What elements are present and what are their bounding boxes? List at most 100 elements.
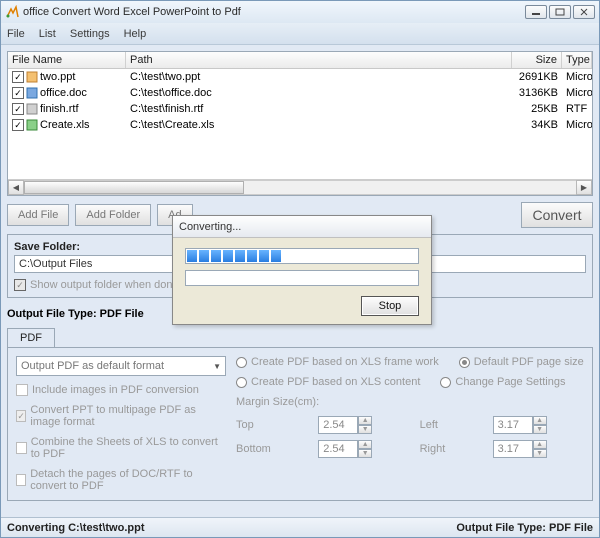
margin-size-label: Margin Size(cm):	[236, 396, 584, 408]
combine-xls-label: Combine the Sheets of XLS to convert to …	[31, 436, 226, 460]
include-images-checkbox[interactable]	[16, 384, 28, 396]
progress-chunk	[247, 250, 257, 262]
detach-doc-checkbox[interactable]	[16, 474, 26, 486]
col-size[interactable]: Size	[512, 52, 562, 68]
row-type: Micro	[562, 119, 592, 131]
list-row[interactable]: ✓office.doc C:\test\office.doc 3136KB Mi…	[8, 85, 592, 101]
maximize-button[interactable]	[549, 5, 571, 19]
include-images-label: Include images in PDF conversion	[32, 384, 199, 396]
file-icon	[26, 119, 38, 131]
row-size: 2691KB	[512, 71, 562, 83]
menu-settings[interactable]: Settings	[70, 28, 110, 40]
row-size: 25KB	[512, 103, 562, 115]
dialog-body	[173, 238, 431, 296]
dialog-title: Converting...	[173, 216, 431, 238]
select-value: Output PDF as default format	[21, 360, 164, 372]
tab-pdf[interactable]: PDF	[7, 328, 55, 347]
row-filename: Create.xls	[40, 119, 90, 131]
list-body: ✓two.ppt C:\test\two.ppt 2691KB Micro ✓ o…	[8, 69, 592, 179]
horizontal-scrollbar[interactable]: ◀ ▶	[8, 179, 592, 195]
margin-top-spinner[interactable]: 2.54▲▼	[318, 416, 409, 434]
stop-button[interactable]: Stop	[361, 296, 419, 316]
app-icon	[5, 5, 19, 19]
margin-top-label: Top	[236, 419, 308, 431]
scroll-track[interactable]	[24, 180, 576, 195]
add-folder-button[interactable]: Add Folder	[75, 204, 151, 226]
show-output-label: Show output folder when done	[30, 279, 179, 291]
col-path[interactable]: Path	[126, 52, 512, 68]
row-type: RTF	[562, 103, 592, 115]
menu-file[interactable]: File	[7, 28, 25, 40]
row-path: C:\test\finish.rtf	[126, 103, 512, 115]
status-right: Output File Type: PDF File	[456, 522, 593, 534]
output-format-select[interactable]: Output PDF as default format ▼	[16, 356, 226, 376]
margins-grid: Top 2.54▲▼ Left 3.17▲▼ Bottom 2.54▲▼ Rig…	[236, 416, 584, 458]
window-title: office Convert Word Excel PowerPoint to …	[23, 6, 523, 18]
progress-chunk	[199, 250, 209, 262]
show-output-checkbox[interactable]: ✓	[14, 279, 26, 291]
row-checkbox[interactable]: ✓	[12, 103, 24, 115]
list-header: File Name Path Size Type	[8, 52, 592, 69]
pdf-tab-panel: Output PDF as default format ▼ Include i…	[7, 347, 593, 501]
convert-button[interactable]: Convert	[521, 202, 593, 228]
file-icon	[26, 103, 38, 115]
row-type: Micro	[562, 71, 592, 83]
default-size-label: Default PDF page size	[474, 356, 584, 368]
row-checkbox[interactable]: ✓	[12, 71, 24, 83]
list-row[interactable]: ✓two.ppt C:\test\two.ppt 2691KB Micro	[8, 69, 592, 85]
col-filename[interactable]: File Name	[8, 52, 126, 68]
row-path: C:\test\two.ppt	[126, 71, 512, 83]
file-icon	[26, 71, 38, 83]
progress-chunk	[187, 250, 197, 262]
col-type[interactable]: Type	[562, 52, 592, 68]
tabs-container: PDF Output PDF as default format ▼ Inclu…	[7, 328, 593, 501]
margin-right-label: Right	[420, 443, 483, 455]
scroll-thumb[interactable]	[24, 181, 244, 194]
dialog-footer: Stop	[173, 296, 431, 324]
row-path: C:\test\Create.xls	[126, 119, 512, 131]
xls-frame-radio[interactable]	[236, 357, 247, 368]
status-left: Converting C:\test\two.ppt	[7, 522, 456, 534]
menu-bar: File List Settings Help	[1, 23, 599, 45]
minimize-button[interactable]	[525, 5, 547, 19]
row-filename: office.doc	[40, 87, 87, 99]
xls-frame-label: Create PDF based on XLS frame work	[251, 356, 439, 368]
progress-chunk	[223, 250, 233, 262]
change-settings-radio[interactable]	[440, 377, 451, 388]
close-button[interactable]	[573, 5, 595, 19]
scroll-left-arrow[interactable]: ◀	[8, 180, 24, 195]
row-checkbox[interactable]: ✓	[12, 87, 24, 99]
row-filename: finish.rtf	[40, 103, 79, 115]
convert-ppt-checkbox[interactable]: ✓	[16, 410, 26, 422]
row-checkbox[interactable]: ✓	[12, 119, 24, 131]
xls-content-radio[interactable]	[236, 377, 247, 388]
combine-xls-checkbox[interactable]	[16, 442, 27, 454]
converting-dialog: Converting... Stop	[172, 215, 432, 325]
row-path: C:\test\office.doc	[126, 87, 512, 99]
pdf-left-column: Output PDF as default format ▼ Include i…	[16, 356, 226, 492]
status-bar: Converting C:\test\two.ppt Output File T…	[1, 517, 599, 537]
progress-chunk	[271, 250, 281, 262]
title-bar: office Convert Word Excel PowerPoint to …	[1, 1, 599, 23]
progress-bar-2	[185, 270, 419, 286]
progress-chunk	[259, 250, 269, 262]
scroll-right-arrow[interactable]: ▶	[576, 180, 592, 195]
xls-content-label: Create PDF based on XLS content	[251, 376, 420, 388]
row-size: 34KB	[512, 119, 562, 131]
change-settings-label: Change Page Settings	[455, 376, 565, 388]
margin-left-spinner[interactable]: 3.17▲▼	[493, 416, 584, 434]
pdf-right-column: Create PDF based on XLS frame work Defau…	[236, 356, 584, 492]
convert-ppt-label: Convert PPT to multipage PDF as image fo…	[30, 404, 226, 428]
add-file-button[interactable]: Add File	[7, 204, 69, 226]
list-row[interactable]: ✓ Create.xls C:\test\Create.xls 34KB Micr…	[8, 117, 592, 133]
list-row[interactable]: ✓ finish.rtf C:\test\finish.rtf 25KB RTF	[8, 101, 592, 117]
margin-right-spinner[interactable]: 3.17▲▼	[493, 440, 584, 458]
progress-chunk	[235, 250, 245, 262]
menu-list[interactable]: List	[39, 28, 56, 40]
margin-left-label: Left	[420, 419, 483, 431]
menu-help[interactable]: Help	[124, 28, 147, 40]
margin-bottom-spinner[interactable]: 2.54▲▼	[318, 440, 409, 458]
detach-doc-label: Detach the pages of DOC/RTF to convert t…	[30, 468, 226, 492]
default-size-radio[interactable]	[459, 357, 470, 368]
file-list: File Name Path Size Type ✓two.ppt C:\tes…	[7, 51, 593, 196]
